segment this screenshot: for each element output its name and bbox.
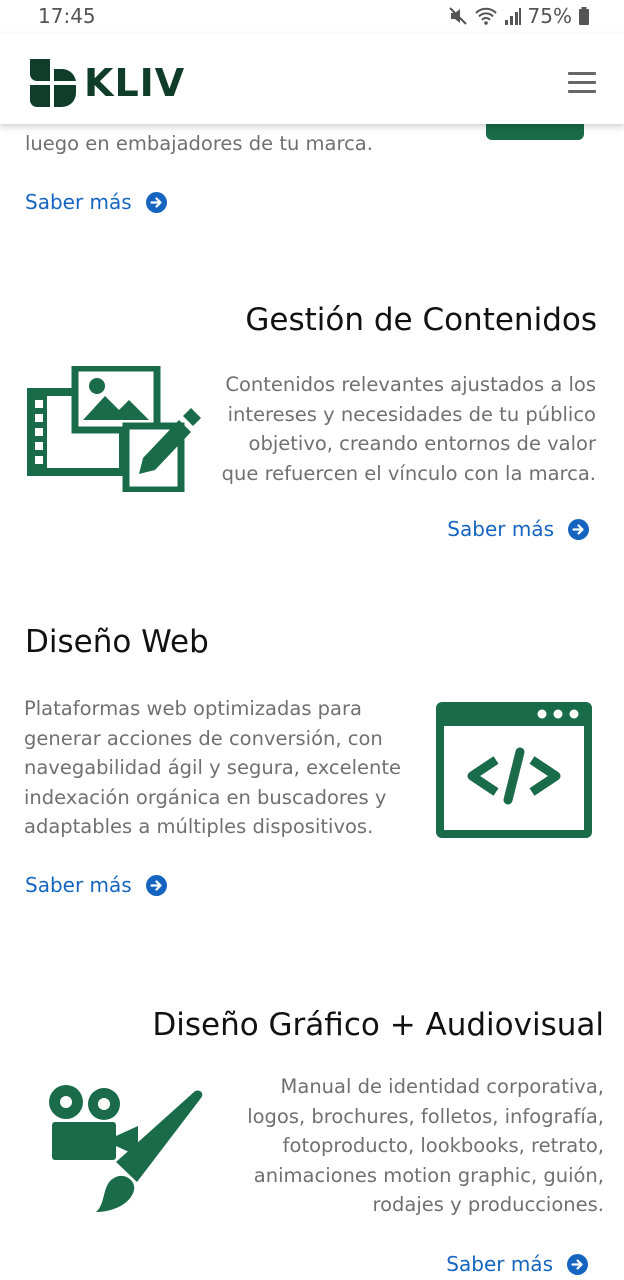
battery-icon [578, 6, 590, 26]
section-description: Contenidos relevantes ajustados a los in… [221, 373, 596, 485]
mute-icon [448, 6, 468, 26]
saber-mas-link[interactable]: Saber más [25, 873, 167, 897]
status-time: 17:45 [38, 4, 96, 28]
arrow-right-icon [145, 191, 167, 213]
services-content: luego en embajadores de tu marca. Saber … [0, 124, 624, 1280]
brand-name: KLIV [84, 61, 186, 105]
content-management-icon [27, 366, 201, 492]
link-label: Saber más [25, 190, 132, 214]
partial-cta-button[interactable] [486, 124, 584, 140]
brand-logo[interactable]: KLIV [30, 59, 185, 107]
saber-mas-link[interactable]: Saber más [446, 1252, 588, 1276]
link-label: Saber más [447, 517, 554, 541]
status-icons: 75% [448, 4, 590, 28]
kliv-logo-icon [30, 59, 76, 107]
app-header: KLIV [0, 34, 624, 124]
web-code-icon [436, 702, 592, 838]
arrow-right-icon [567, 1253, 588, 1275]
link-label: Saber más [25, 873, 132, 897]
signal-icon [504, 6, 522, 26]
link-label: Saber más [446, 1252, 553, 1276]
hamburger-menu-icon[interactable] [568, 72, 596, 94]
battery-percent: 75% [527, 4, 572, 28]
section-description-tail: luego en embajadores de tu marca. [25, 132, 373, 155]
status-bar: 17:45 75% [0, 0, 624, 34]
saber-mas-link[interactable]: Saber más [25, 190, 167, 214]
section-description: Manual de identidad corporativa, logos, … [247, 1075, 604, 1216]
section-title: Diseño Web [25, 624, 209, 660]
section-title: Diseño Gráfico + Audiovisual [152, 1007, 604, 1043]
camera-brush-icon [49, 1085, 203, 1212]
arrow-right-icon [145, 874, 167, 896]
arrow-right-icon [568, 518, 589, 540]
saber-mas-link[interactable]: Saber más [447, 517, 589, 541]
wifi-icon [474, 6, 498, 26]
section-title: Gestión de Contenidos [245, 302, 597, 338]
section-description: Plataformas web optimizadas para generar… [24, 697, 402, 838]
